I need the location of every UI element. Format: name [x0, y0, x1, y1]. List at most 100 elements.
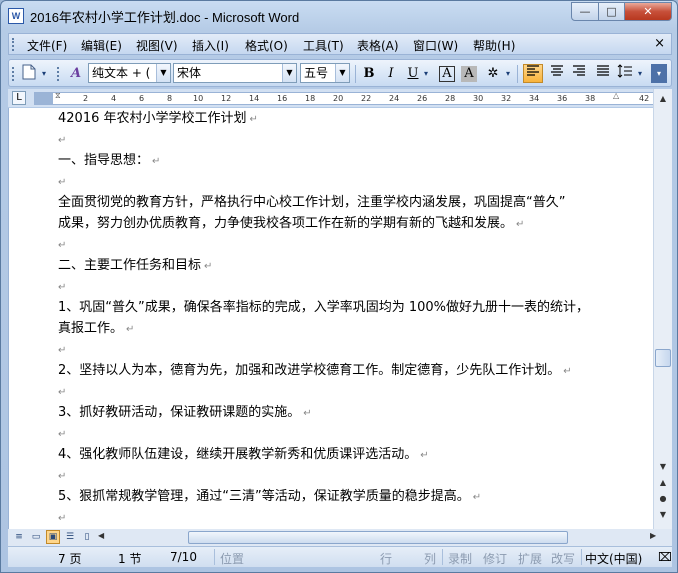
style-combo[interactable]: 纯文本 + ( ▼ [88, 63, 171, 83]
document-close-icon[interactable]: × [654, 36, 665, 51]
phonetic-options-chevron-icon[interactable]: ▾ [503, 64, 513, 83]
list-item-line[interactable]: 真报工作。 ↵ [58, 318, 134, 340]
scroll-right-icon[interactable]: ▶ [650, 531, 656, 540]
vertical-scroll-thumb[interactable] [655, 349, 671, 367]
maximize-button[interactable]: □ [598, 2, 625, 21]
minimize-button[interactable]: — [571, 2, 599, 21]
body-paragraph-line[interactable]: 成果，努力创办优质教育，力争使我校各项工作在新的学期有新的飞越和发展。 ↵ [58, 213, 524, 235]
ruler-number: 24 [389, 94, 400, 103]
menu-table[interactable]: 表格(A) [357, 37, 399, 54]
close-button[interactable]: ✕ [624, 2, 672, 21]
toolbar-grip-handle[interactable] [12, 67, 15, 81]
empty-paragraph[interactable]: ↵ [58, 171, 66, 193]
paragraph-mark-icon: ↵ [58, 135, 67, 146]
list-item-line[interactable]: 1、巩固“普久”成果，确保各率指标的完成，入学率巩固均为 100%做好九册十一表… [58, 297, 589, 318]
empty-paragraph[interactable]: ↵ [58, 507, 66, 529]
toolbar-overflow-chevron-icon[interactable]: ▾ [651, 64, 667, 83]
word-app-icon[interactable]: W [8, 8, 24, 24]
print-layout-view-icon[interactable]: ▣ [46, 530, 60, 544]
toolbar-options-chevron-icon[interactable]: ▾ [39, 64, 49, 83]
chevron-down-icon[interactable]: ▼ [282, 64, 296, 82]
menu-edit[interactable]: 编辑(E) [81, 37, 122, 54]
empty-paragraph[interactable]: ↵ [58, 129, 66, 151]
menu-format[interactable]: 格式(O) [245, 37, 288, 54]
align-right-button[interactable] [569, 64, 589, 83]
document-title-paragraph[interactable]: 42016 年农村小学学校工作计划 ↵ [58, 108, 258, 130]
select-browse-object-icon[interactable]: ● [655, 491, 671, 507]
outline-view-icon[interactable]: ☰ [63, 530, 77, 544]
scroll-up-icon[interactable]: ▲ [655, 91, 671, 107]
window-title: 2016年农村小学工作计划.doc - Microsoft Word [30, 10, 300, 25]
empty-paragraph[interactable]: ↵ [58, 423, 66, 445]
next-page-icon[interactable]: ▼ [655, 507, 671, 523]
normal-view-icon[interactable]: ≡ [12, 530, 26, 544]
menu-grip-handle[interactable] [12, 38, 15, 51]
status-extend[interactable]: 扩展 [518, 550, 542, 567]
chevron-down-icon[interactable]: ▼ [335, 64, 349, 82]
menu-tools[interactable]: 工具(T) [303, 37, 344, 54]
chevron-down-icon[interactable]: ▼ [156, 64, 170, 82]
status-page: 7 页 [58, 552, 82, 566]
status-overtype[interactable]: 改写 [551, 550, 575, 567]
web-layout-view-icon[interactable]: ▭ [29, 530, 43, 544]
paragraph-mark-icon: ↵ [58, 282, 67, 293]
body-paragraph-line[interactable]: 全面贯彻党的教育方针，严格执行中心校工作计划，注重学校内涵发展，巩固提高“普久” [58, 192, 565, 213]
list-item-line[interactable]: 4、强化教师队伍建设，继续开展教学新秀和优质课评选活动。 ↵ [58, 444, 429, 466]
scroll-left-icon[interactable]: ◀ [98, 531, 104, 540]
scroll-down-icon[interactable]: ▼ [655, 459, 671, 475]
ruler-number: 8 [167, 94, 173, 103]
horizontal-ruler[interactable]: ⧖ 2 4 6 8 10 12 14 16 18 20 22 24 26 28 … [34, 91, 666, 105]
empty-paragraph[interactable]: ↵ [58, 234, 66, 256]
empty-paragraph[interactable]: ↵ [58, 465, 66, 487]
menu-help[interactable]: 帮助(H) [473, 37, 515, 54]
justify-button[interactable] [593, 64, 613, 83]
list-item-line[interactable]: 3、抓好教研活动，保证教研课题的实施。 ↵ [58, 402, 312, 424]
italic-button[interactable]: I [381, 64, 401, 83]
font-size-combo[interactable]: 五号 ▼ [300, 63, 350, 83]
status-record[interactable]: 录制 [448, 550, 472, 567]
font-combo[interactable]: 宋体 ▼ [173, 63, 297, 83]
paragraph-mark-icon: ↵ [58, 429, 67, 440]
menu-view[interactable]: 视图(V) [136, 37, 178, 54]
empty-paragraph[interactable]: ↵ [58, 381, 66, 403]
phonetic-guide-icon[interactable]: ✲ [483, 64, 503, 83]
styles-and-formatting-icon[interactable]: A [66, 64, 86, 83]
character-border-button[interactable]: A [439, 66, 455, 82]
status-revise[interactable]: 修订 [483, 550, 507, 567]
empty-paragraph[interactable]: ↵ [58, 339, 66, 361]
previous-page-icon[interactable]: ▲ [655, 475, 671, 491]
underline-button[interactable]: U [403, 64, 423, 83]
paragraph-text: 42016 年农村小学学校工作计划 [58, 111, 247, 126]
menu-window[interactable]: 窗口(W) [413, 37, 458, 54]
list-item-line[interactable]: 2、坚持以人为本，德育为先，加强和改进学校德育工作。制定德育，少先队工作计划。 ↵ [58, 360, 572, 382]
reading-layout-view-icon[interactable]: ▯ [80, 530, 94, 544]
ruler-number: 20 [333, 94, 344, 103]
horizontal-scroll-thumb[interactable] [188, 531, 568, 544]
menu-insert[interactable]: 插入(I) [192, 37, 229, 54]
underline-options-chevron-icon[interactable]: ▾ [421, 64, 431, 83]
section-heading[interactable]: 一、指导思想： ↵ [58, 150, 160, 172]
new-document-icon[interactable] [19, 64, 39, 83]
toolbar-separator [517, 65, 518, 83]
toolbar-grip-handle[interactable] [57, 67, 60, 81]
empty-paragraph[interactable]: ↵ [58, 276, 66, 298]
bold-button[interactable]: B [359, 64, 379, 83]
align-center-button[interactable] [547, 64, 567, 83]
align-left-button[interactable] [523, 64, 543, 83]
tab-selector-icon[interactable]: L [12, 91, 26, 105]
paragraph-mark-icon: ↵ [58, 345, 67, 356]
menu-file[interactable]: 文件(F) [27, 37, 67, 54]
ruler-bar: L ⧖ 2 4 6 8 10 12 14 16 18 20 22 24 26 2… [8, 89, 672, 107]
indent-marker-icon[interactable]: ⧖ [55, 91, 61, 101]
paragraph-mark-icon: ↵ [58, 177, 67, 188]
character-shading-button[interactable]: A [461, 66, 477, 82]
list-item-line[interactable]: 5、狠抓常规教学管理，通过“三清”等活动，保证教学质量的稳步提高。 ↵ [58, 486, 481, 508]
line-spacing-icon[interactable] [615, 64, 635, 83]
menu-bar: 文件(F) 编辑(E) 视图(V) 插入(I) 格式(O) 工具(T) 表格(A… [8, 33, 672, 55]
section-heading[interactable]: 二、主要工作任务和目标 ↵ [58, 255, 212, 277]
document-page[interactable]: 42016 年农村小学学校工作计划 ↵ ↵ 一、指导思想： ↵ ↵ 全面贯彻党的教育… [8, 108, 653, 529]
right-indent-marker-icon[interactable]: △ [613, 91, 619, 100]
vertical-scrollbar[interactable]: ▲ ▼ ▲ ● ▼ [653, 89, 672, 529]
spelling-status-icon[interactable]: ⌧ [658, 550, 672, 564]
line-spacing-chevron-icon[interactable]: ▾ [635, 64, 645, 83]
